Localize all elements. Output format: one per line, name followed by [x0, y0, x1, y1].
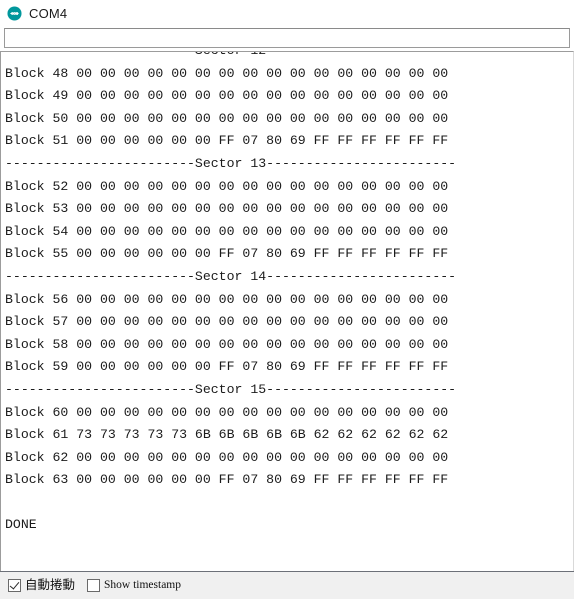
- console-line: Block 48 00 00 00 00 00 00 00 00 00 00 0…: [5, 65, 449, 81]
- console-line: Block 63 00 00 00 00 00 00 FF 07 80 69 F…: [5, 472, 449, 488]
- console-output-panel[interactable]: ------------------------Sector 12-------…: [0, 51, 574, 571]
- show-timestamp-checkbox[interactable]: [87, 579, 101, 592]
- serial-monitor-window: COM4 ------------------------Sector 12--…: [0, 0, 574, 599]
- console-line: Block 55 00 00 00 00 00 00 FF 07 80 69 F…: [5, 246, 449, 262]
- console-line: Block 56 00 00 00 00 00 00 00 00 00 00 0…: [5, 291, 449, 307]
- console-line: Block 60 00 00 00 00 00 00 00 00 00 00 0…: [5, 404, 449, 420]
- send-input[interactable]: [4, 28, 570, 48]
- console-line: Block 51 00 00 00 00 00 00 FF 07 80 69 F…: [5, 133, 449, 149]
- console-line: ------------------------Sector 12-------…: [5, 52, 573, 63]
- show-timestamp-label: Show timestamp: [104, 578, 182, 591]
- console-line: Block 62 00 00 00 00 00 00 00 00 00 00 0…: [5, 449, 449, 465]
- arduino-logo-icon: [7, 5, 22, 21]
- console-line: ------------------------Sector 14-------…: [5, 268, 457, 284]
- console-line: ------------------------Sector 15-------…: [5, 381, 457, 397]
- console-line: Block 61 73 73 73 73 73 6B 6B 6B 6B 6B 6…: [5, 427, 449, 443]
- console-line: Block 49 00 00 00 00 00 00 00 00 00 00 0…: [5, 88, 449, 104]
- console-line: DONE: [5, 517, 37, 533]
- console-line: Block 54 00 00 00 00 00 00 00 00 00 00 0…: [5, 223, 449, 239]
- console-line: Block 57 00 00 00 00 00 00 00 00 00 00 0…: [5, 314, 449, 330]
- status-bar: 自動捲動 Show timestamp: [0, 571, 574, 599]
- console-line: ------------------------Sector 13-------…: [5, 155, 457, 171]
- console-line: Block 59 00 00 00 00 00 00 FF 07 80 69 F…: [5, 359, 449, 375]
- console-line: Block 53 00 00 00 00 00 00 00 00 00 00 0…: [5, 201, 449, 217]
- console-line: Block 52 00 00 00 00 00 00 00 00 00 00 0…: [5, 178, 449, 194]
- send-row: [0, 26, 574, 51]
- title-bar: COM4: [0, 0, 574, 26]
- console-line: Block 58 00 00 00 00 00 00 00 00 00 00 0…: [5, 336, 449, 352]
- autoscroll-checkbox-group[interactable]: 自動捲動: [8, 579, 75, 592]
- console-output-text: ------------------------Sector 12-------…: [1, 52, 573, 537]
- console-line: Block 50 00 00 00 00 00 00 00 00 00 00 0…: [5, 110, 449, 126]
- window-title: COM4: [29, 5, 68, 21]
- autoscroll-label: 自動捲動: [25, 577, 76, 593]
- show-timestamp-checkbox-group[interactable]: Show timestamp: [87, 579, 181, 592]
- autoscroll-checkbox[interactable]: [8, 579, 21, 592]
